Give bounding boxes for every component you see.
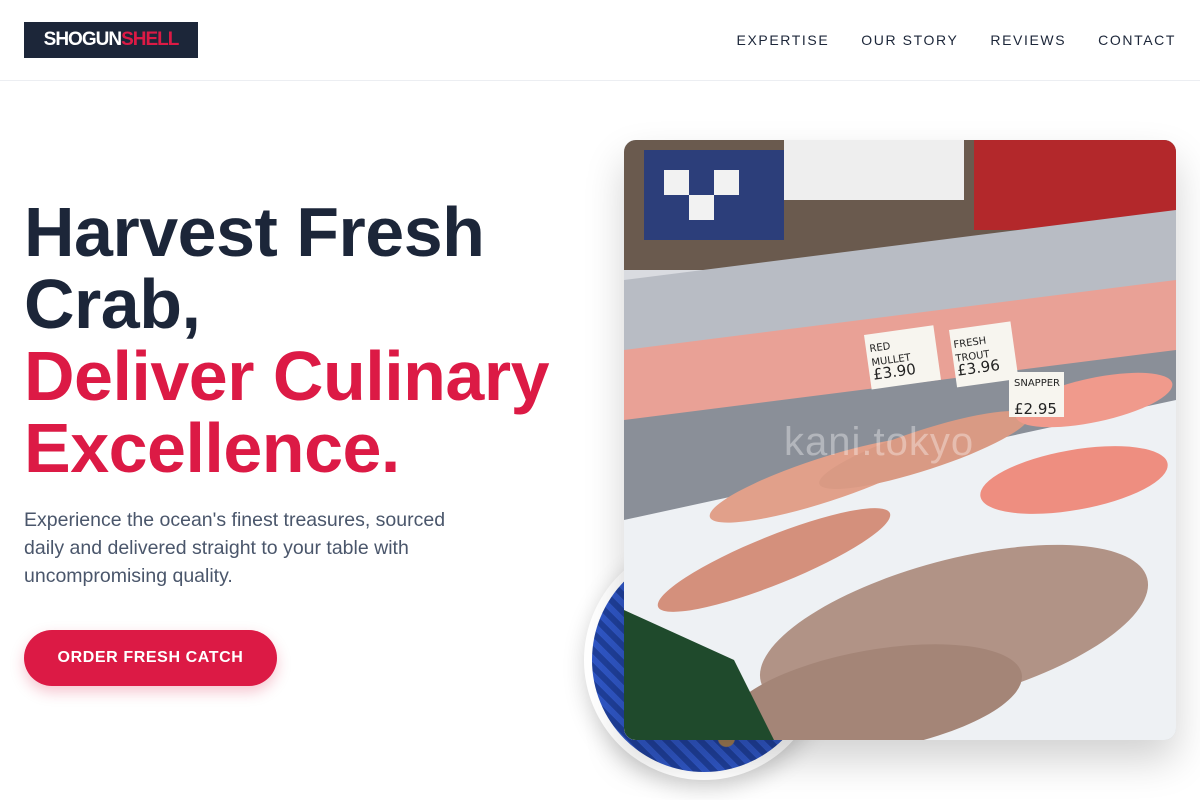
nav-link-expertise[interactable]: EXPERTISE	[737, 31, 830, 49]
brand-name-part1: SHOGUN	[43, 29, 122, 50]
order-fresh-catch-button[interactable]: ORDER FRESH CATCH	[24, 630, 277, 686]
main-nav: EXPERTISE OUR STORY REVIEWS CONTACT	[737, 31, 1176, 49]
brand-name-part2: SHELL	[121, 29, 179, 50]
hero-headline: Harvest Fresh Crab, Deliver Culinary Exc…	[24, 196, 604, 484]
hero-description: Experience the ocean's finest treasures,…	[24, 509, 446, 587]
hero-headline-line2: Deliver Culinary Excellence.	[24, 337, 550, 487]
price-sign-price: £2.95	[1014, 400, 1057, 418]
nav-link-reviews[interactable]: REVIEWS	[990, 31, 1066, 49]
nav-link-our-story[interactable]: OUR STORY	[861, 31, 958, 49]
site-header: SHOGUN SHELL EXPERTISE OUR STORY REVIEWS …	[0, 0, 1200, 81]
brand-logo[interactable]: SHOGUN SHELL	[24, 22, 198, 58]
image-watermark: kani.tokyo	[784, 420, 975, 464]
nav-link-contact[interactable]: CONTACT	[1098, 31, 1176, 49]
hero-headline-line1: Harvest Fresh Crab,	[24, 193, 485, 343]
fish-market-image: RED MULLET £3.90 FRESH TROUT £3.96 SNAPPER £2.9…	[624, 140, 1176, 740]
price-sign-label: SNAPPER	[1014, 378, 1060, 389]
